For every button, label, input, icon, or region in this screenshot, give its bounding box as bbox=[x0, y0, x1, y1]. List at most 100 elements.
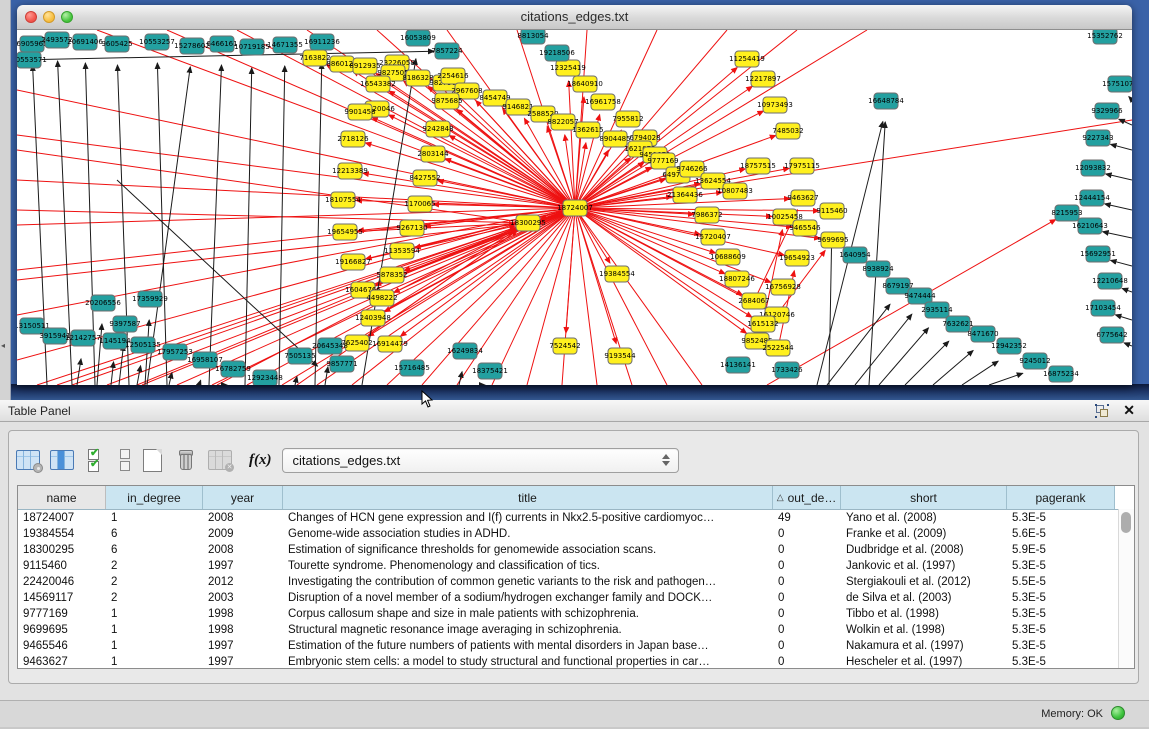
citation-edge[interactable] bbox=[1106, 174, 1132, 180]
column-header-pagerank[interactable]: pagerank bbox=[1007, 486, 1115, 509]
citation-edge-selected[interactable] bbox=[353, 226, 515, 262]
graph-node-selected[interactable]: 1615132 bbox=[747, 316, 778, 332]
splitter-collapse-icon[interactable]: ◂ bbox=[1, 342, 5, 350]
graph-node-selected[interactable]: 18107554 bbox=[325, 192, 361, 208]
float-panel-icon[interactable] bbox=[1095, 404, 1109, 418]
graph-node[interactable]: 12942352 bbox=[991, 338, 1027, 354]
graph-node-selected[interactable]: 16961758 bbox=[585, 94, 621, 110]
graph-node-selected[interactable]: 9463627 bbox=[787, 190, 818, 206]
graph-node-selected[interactable]: 15720407 bbox=[695, 229, 731, 245]
citation-edge-selected[interactable] bbox=[527, 208, 575, 385]
graph-node[interactable]: 18375421 bbox=[472, 363, 508, 379]
graph-node[interactable]: 9329966 bbox=[1091, 103, 1123, 119]
table-row[interactable]: 1456911722003Disruption of a novel membe… bbox=[18, 590, 1134, 606]
graph-node[interactable]: 19218506 bbox=[539, 45, 575, 61]
citation-edge[interactable] bbox=[1122, 288, 1132, 292]
citation-network-graph[interactable]: 7163822886012889129352322605898275051654… bbox=[17, 30, 1132, 385]
graph-node-selected[interactable]: 17975115 bbox=[784, 158, 820, 174]
citation-edge[interactable] bbox=[989, 373, 1023, 385]
graph-node[interactable]: 15278602 bbox=[174, 38, 210, 54]
table-row[interactable]: 1938455462009Genome-wide association stu… bbox=[18, 526, 1134, 542]
graph-node-selected[interactable]: 7485032 bbox=[772, 123, 803, 139]
select-all-columns-button[interactable]: ✔ ✔ bbox=[83, 447, 109, 473]
graph-node[interactable]: 12923448 bbox=[247, 370, 283, 385]
graph-node[interactable]: 17103454 bbox=[1085, 300, 1121, 316]
table-row[interactable]: 2242004622012Investigating the contribut… bbox=[18, 574, 1134, 590]
graph-node[interactable]: 1640954 bbox=[839, 247, 871, 263]
graph-node[interactable]: 9227343 bbox=[1082, 130, 1113, 146]
citation-edge[interactable] bbox=[325, 367, 328, 385]
citation-edge[interactable] bbox=[157, 63, 167, 385]
citation-edge[interactable] bbox=[879, 328, 928, 385]
table-select-dropdown[interactable]: citations_edges.txt bbox=[282, 448, 679, 473]
table-mode-button[interactable] bbox=[15, 447, 41, 473]
graph-node-selected[interactable]: 10973493 bbox=[757, 97, 793, 113]
graph-node-selected[interactable]: 9267130 bbox=[396, 220, 427, 236]
citation-edge[interactable] bbox=[1103, 232, 1132, 238]
column-header-name[interactable]: name bbox=[18, 486, 106, 509]
graph-node[interactable]: 8215953 bbox=[1051, 205, 1082, 221]
graph-node[interactable]: 12210648 bbox=[1092, 273, 1128, 289]
graph-node[interactable]: 9857771 bbox=[326, 356, 357, 372]
graph-node-selected[interactable]: 16756928 bbox=[765, 279, 801, 295]
graph-node-selected[interactable]: 10688609 bbox=[710, 249, 746, 265]
graph-node[interactable]: 14671355 bbox=[267, 37, 303, 53]
citation-edge-selected[interactable] bbox=[389, 115, 575, 208]
graph-node[interactable]: 12093832 bbox=[1075, 160, 1111, 176]
graph-node-selected[interactable]: 8912935 bbox=[349, 58, 380, 74]
graph-node-selected[interactable]: 19654923 bbox=[779, 250, 815, 266]
graph-node-selected[interactable]: 5878352 bbox=[376, 267, 407, 283]
graph-node-selected[interactable]: 4498222 bbox=[366, 290, 397, 306]
graph-node-selected[interactable]: 18640910 bbox=[567, 76, 603, 92]
network-window-titlebar[interactable]: citations_edges.txt bbox=[17, 5, 1132, 30]
graph-node-selected[interactable]: 21364436 bbox=[667, 187, 703, 203]
column-header-short[interactable]: short bbox=[841, 486, 1007, 509]
graph-node-selected[interactable]: 2684067 bbox=[738, 293, 769, 309]
graph-node[interactable]: 8938924 bbox=[862, 261, 894, 277]
graph-node-selected[interactable]: 9193544 bbox=[604, 348, 636, 364]
citation-edge[interactable] bbox=[855, 314, 912, 385]
citation-edge[interactable] bbox=[295, 377, 297, 385]
graph-node-selected[interactable]: 11254419 bbox=[729, 51, 765, 67]
function-builder-button[interactable]: f(x) bbox=[249, 452, 272, 469]
citation-edge[interactable] bbox=[962, 361, 998, 385]
graph-node[interactable]: 15352762 bbox=[1087, 30, 1123, 44]
unselect-all-columns-button[interactable] bbox=[117, 447, 131, 473]
table-row[interactable]: 911546021997Tourette syndrome. Phenomeno… bbox=[18, 558, 1134, 574]
citation-edge[interactable] bbox=[111, 362, 114, 385]
graph-node[interactable]: 9245012 bbox=[1019, 353, 1050, 369]
citation-edge-selected[interactable] bbox=[445, 159, 575, 208]
graph-node[interactable]: 7505135 bbox=[284, 348, 315, 364]
graph-node-selected[interactable]: 19654955 bbox=[327, 224, 363, 240]
citation-edge[interactable] bbox=[1115, 315, 1132, 320]
graph-node[interactable]: 16911236 bbox=[304, 34, 340, 50]
citation-edge[interactable] bbox=[169, 373, 172, 385]
graph-node-selected[interactable]: 2254616 bbox=[437, 68, 469, 84]
graph-node-selected[interactable]: 18807246 bbox=[719, 271, 755, 287]
citation-edge[interactable] bbox=[933, 350, 973, 385]
column-header-in_degree[interactable]: in_degree bbox=[106, 486, 203, 509]
graph-node-selected[interactable]: 19384554 bbox=[599, 266, 635, 282]
graph-node[interactable]: 8471670 bbox=[967, 326, 998, 342]
vertical-scrollbar[interactable] bbox=[1118, 509, 1134, 668]
graph-node-selected[interactable]: 9875685 bbox=[431, 93, 462, 109]
graph-node[interactable]: 20553571 bbox=[17, 52, 47, 68]
delete-table-button-disabled[interactable]: ✕ bbox=[207, 447, 233, 473]
graph-node-selected[interactable]: 16914479 bbox=[372, 336, 408, 352]
citation-edge[interactable] bbox=[829, 233, 832, 385]
graph-node-selected[interactable]: 12217897 bbox=[745, 71, 781, 87]
graph-node[interactable]: 1733426 bbox=[771, 362, 803, 378]
citation-edge[interactable] bbox=[1129, 97, 1132, 100]
graph-node[interactable]: 16648784 bbox=[868, 93, 904, 109]
citation-edge[interactable] bbox=[137, 366, 141, 385]
new-column-button[interactable] bbox=[139, 447, 165, 473]
graph-node[interactable]: 15751074 bbox=[1102, 76, 1132, 92]
graph-node-selected[interactable]: 12325419 bbox=[550, 60, 586, 76]
table-row[interactable]: 946362711997Embryonic stem cells: a mode… bbox=[18, 654, 1134, 669]
graph-node-selected[interactable]: 9242848 bbox=[422, 121, 453, 137]
graph-node[interactable]: 7857224 bbox=[431, 43, 463, 59]
left-panel-splitter[interactable]: ◂ bbox=[0, 0, 11, 400]
graph-node-selected[interactable]: 9901458 bbox=[344, 104, 375, 120]
graph-node[interactable]: 16249834 bbox=[447, 343, 483, 359]
graph-node-selected[interactable]: 2522544 bbox=[762, 340, 794, 356]
